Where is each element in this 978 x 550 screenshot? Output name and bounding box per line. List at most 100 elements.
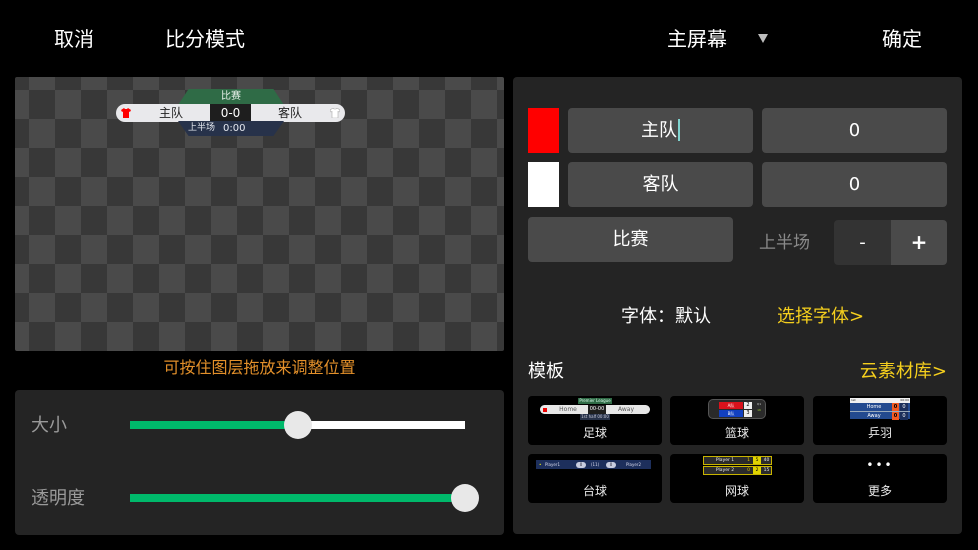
thumb-p2-games: 2 — [753, 467, 761, 474]
away-name-text: 客队 — [277, 106, 302, 120]
size-slider[interactable] — [130, 411, 465, 439]
period-minus-button[interactable]: - — [834, 220, 891, 265]
cloud-library-link[interactable]: 云素材库> — [860, 360, 947, 384]
opacity-slider-fill — [130, 494, 465, 502]
thumb-dot: • — [539, 462, 542, 467]
home-color-swatch[interactable] — [528, 108, 559, 153]
more-dots-icon: ••• — [866, 458, 894, 472]
confirm-button[interactable]: 确定 — [882, 26, 922, 52]
text-cursor — [678, 119, 680, 141]
cancel-button[interactable]: 取消 — [54, 26, 94, 52]
home-name-value: 主队 — [641, 120, 677, 141]
thumb-league: Premier League — [578, 398, 612, 404]
thumb-row-home: Home 0 0 — [850, 403, 910, 411]
templates-title: 模板 — [528, 361, 564, 382]
top-bar: 取消 比分模式 主屏幕 确定 — [0, 0, 978, 76]
template-label: 足球 — [582, 426, 607, 440]
thumb-score-a: 2 — [744, 402, 752, 409]
thumb-player2: Player 2 — [715, 468, 735, 473]
home-shirt-icon — [121, 108, 131, 118]
thumb-p1-sets: 1 — [747, 458, 750, 463]
tennis-thumbnail: Player 1 1 5 40 Player 2 0 2 15 — [703, 456, 772, 476]
thumb-shirt-icon — [543, 408, 547, 412]
thumb-score1: 0 — [576, 461, 586, 468]
thumb-p1-games: 5 — [753, 457, 761, 464]
thumb-player2: Player2 — [626, 462, 641, 467]
thumb-home-points: 0 — [900, 403, 908, 411]
thumb-score: 00-00 — [588, 405, 606, 414]
scoreboard-match-label: 比赛 — [178, 89, 284, 105]
opacity-label: 透明度 — [31, 488, 85, 509]
thumb-home: Home — [559, 406, 577, 413]
slider-panel: 大小 透明度 — [15, 390, 504, 535]
template-label: 更多 — [867, 484, 892, 498]
scoreboard-timer: 上半场 0:00 — [178, 121, 284, 136]
template-label: 篮球 — [724, 426, 749, 440]
away-color-swatch[interactable] — [528, 162, 559, 207]
thumb-player1: Player1 — [545, 462, 560, 467]
thumb-p2-sets: 0 — [747, 468, 750, 473]
thumb-team-b: B队 — [719, 410, 743, 417]
thumb-score-b: 3 — [744, 410, 752, 417]
period-plus-button[interactable]: + — [891, 220, 947, 265]
home-score-input[interactable]: 0 — [762, 108, 947, 153]
billiards-thumbnail: • Player1 0 (11) 0 Player2 — [536, 460, 651, 469]
template-basketball[interactable]: A队 2 B队 3 Q1 16 篮球 — [670, 396, 804, 445]
thumb-p2-points: 15 — [763, 468, 770, 473]
thumb-home-games: 0 — [892, 403, 899, 411]
caret-down-icon[interactable] — [758, 34, 768, 43]
thumb-info: Q1 16 — [754, 401, 764, 413]
away-name-input[interactable]: 客队 — [568, 162, 753, 207]
thumb-away: Away — [867, 413, 881, 419]
font-label: 字体：默认 — [621, 306, 711, 327]
basketball-thumbnail: A队 2 B队 3 Q1 16 — [708, 399, 766, 419]
scoreboard-overlay[interactable]: 比赛 主队 0-0 客队 上半场 0:00 — [116, 89, 345, 137]
scoreboard-home-name: 主队 — [116, 104, 210, 122]
scoreboard-clock: 0:00 — [223, 123, 246, 134]
opacity-slider-thumb[interactable] — [451, 484, 479, 512]
size-slider-thumb[interactable] — [283, 411, 312, 439]
template-label: 乒羽 — [867, 426, 892, 440]
thumb-shot-clock: 16 — [757, 408, 761, 412]
scoreboard-away-name: 客队 — [251, 104, 345, 122]
size-label: 大小 — [31, 415, 67, 436]
match-name-input[interactable]: 比赛 — [528, 217, 733, 262]
template-label: 网球 — [724, 484, 749, 498]
template-more[interactable]: ••• 更多 — [813, 454, 947, 503]
home-name-input[interactable]: 主队 — [568, 108, 753, 153]
period-label: 上半场 — [759, 233, 810, 253]
thumb-row-away: Away 0 0 — [850, 411, 910, 420]
page-title: 比分模式 — [165, 27, 245, 51]
thumb-p1-points: 40 — [763, 458, 770, 463]
size-slider-fill — [130, 421, 298, 429]
thumb-player1: Player 1 — [715, 458, 735, 463]
thumb-away: Away — [618, 406, 634, 413]
choose-font-link[interactable]: 选择字体> — [777, 305, 864, 329]
preview-canvas[interactable]: 比赛 主队 0-0 客队 上半场 0:00 — [15, 77, 504, 351]
home-name-text: 主队 — [158, 106, 183, 120]
thumb-away-points: 0 — [900, 412, 908, 420]
template-football[interactable]: Premier League Home 00-00 Away 1st half … — [528, 396, 662, 445]
thumb-away-games: 0 — [892, 412, 899, 420]
thumb-row-p1: Player 1 1 5 40 — [703, 456, 772, 465]
thumb-time: 1st half 00:00 — [580, 414, 610, 420]
template-tennis[interactable]: Player 1 1 5 40 Player 2 0 2 15 网球 — [670, 454, 804, 503]
thumb-home: Home — [866, 404, 882, 410]
drag-hint: 可按住图层拖放来调整位置 — [163, 358, 356, 377]
thumb-score2: 0 — [606, 461, 616, 468]
scoreboard-period: 上半场 — [188, 123, 216, 133]
away-score-input[interactable]: 0 — [762, 162, 947, 207]
template-label: 台球 — [582, 484, 607, 498]
template-billiards[interactable]: • Player1 0 (11) 0 Player2 台球 — [528, 454, 662, 503]
thumb-frames: (11) — [591, 462, 600, 467]
pingpong-thumbnail: 1st 00:00 Home 0 0 Away 0 0 — [850, 398, 910, 420]
scoreboard-score: 0-0 — [210, 104, 251, 122]
thumb-row-p2: Player 2 0 2 15 — [703, 466, 772, 475]
football-thumbnail: Premier League Home 00-00 Away 1st half … — [540, 398, 650, 421]
away-shirt-icon — [330, 108, 340, 118]
screen-selector[interactable]: 主屏幕 — [667, 26, 727, 52]
period-stepper: - + — [834, 220, 947, 265]
editor-panel: 主队 0 客队 0 比赛 上半场 - + 字体：默认 选择字体> 模板 云素材库… — [513, 77, 962, 534]
template-pingpong[interactable]: 1st 00:00 Home 0 0 Away 0 0 乒羽 — [813, 396, 947, 445]
opacity-slider[interactable] — [130, 484, 479, 512]
